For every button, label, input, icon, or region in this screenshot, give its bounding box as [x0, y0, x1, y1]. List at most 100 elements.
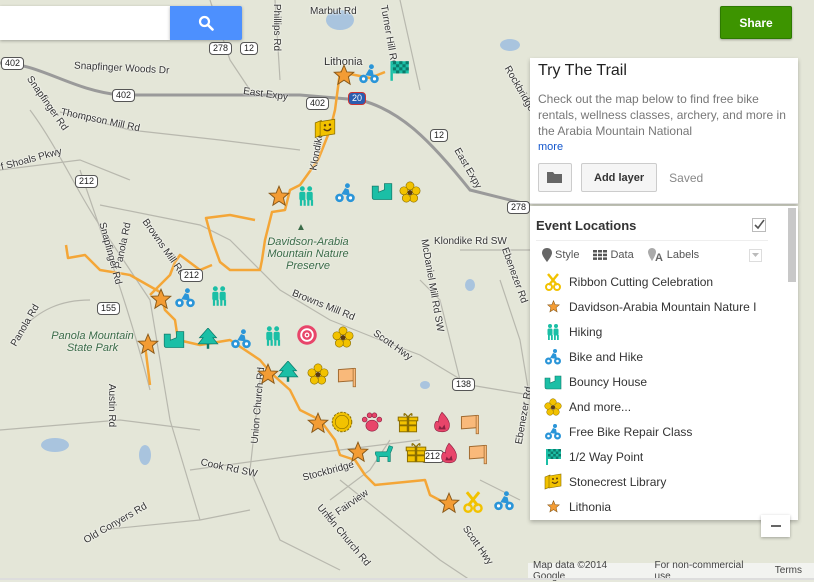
map-marker[interactable]: [332, 326, 354, 348]
add-layer-button[interactable]: Add layer: [581, 163, 658, 192]
map-marker[interactable]: [163, 328, 185, 350]
map-marker[interactable]: [277, 360, 299, 383]
share-button[interactable]: Share: [720, 6, 792, 39]
map-marker[interactable]: [174, 287, 196, 309]
map-marker[interactable]: [431, 411, 453, 433]
route-shield: 155: [97, 302, 121, 315]
layer-scrollbar[interactable]: [788, 208, 796, 282]
target-icon: [297, 325, 317, 345]
star-icon: [437, 491, 461, 514]
layer-list-item[interactable]: And more...: [530, 394, 798, 419]
map-marker[interactable]: [405, 441, 427, 463]
route-shield: 212: [180, 269, 204, 282]
hiking-icon: [299, 186, 314, 206]
layer-list-item[interactable]: Bike and Hike: [530, 344, 798, 369]
route-shield: 20: [348, 92, 367, 105]
list-item-icon: [544, 323, 562, 341]
paw-icon: [361, 412, 383, 432]
map-marker[interactable]: [493, 490, 515, 512]
map-marker[interactable]: [372, 442, 394, 464]
layer-list-item[interactable]: Ribbon Cutting Celebration: [530, 269, 798, 294]
zoom-out-button[interactable]: [761, 515, 790, 537]
star-icon: [546, 300, 560, 313]
bicycle-icon: [494, 491, 514, 511]
map-marker[interactable]: [331, 411, 353, 433]
map-marker[interactable]: [267, 184, 291, 207]
layer-list-item[interactable]: Hiking: [530, 319, 798, 344]
search-button[interactable]: [170, 6, 242, 40]
tree-icon: [277, 360, 299, 382]
map-marker[interactable]: [306, 411, 330, 434]
search-input[interactable]: [0, 6, 170, 40]
layer-list-item[interactable]: Davidson-Arabia Mountain Nature I: [530, 294, 798, 319]
style-button[interactable]: Style: [542, 248, 579, 262]
bicycle-icon: [545, 423, 561, 439]
data-button[interactable]: Data: [593, 249, 634, 261]
bicycle-icon: [175, 288, 195, 308]
map-marker[interactable]: [346, 440, 370, 463]
map-marker[interactable]: [334, 182, 356, 204]
flower-icon: [544, 397, 562, 416]
bicycle-icon: [335, 183, 355, 203]
map-marker[interactable]: [467, 443, 489, 465]
terms-link[interactable]: Terms: [775, 565, 802, 576]
map-marker[interactable]: [136, 332, 160, 355]
hiking-icon: [547, 323, 559, 340]
data-label: Data: [610, 249, 634, 261]
more-link[interactable]: more: [538, 141, 790, 153]
map-marker[interactable]: [296, 324, 318, 346]
route-shield: 212: [75, 175, 99, 188]
bouncy-house-icon: [163, 331, 185, 348]
map-marker[interactable]: [371, 180, 393, 202]
road-label: Phillips Rd: [271, 3, 283, 52]
labels-button[interactable]: A Labels: [647, 248, 699, 262]
map-marker[interactable]: [438, 442, 460, 464]
map-marker[interactable]: [459, 413, 481, 435]
route-shield: 12: [240, 42, 259, 55]
layer-options-dropdown[interactable]: [749, 248, 762, 262]
layer-list-item[interactable]: Free Bike Repair Class: [530, 419, 798, 444]
layer-list-item[interactable]: Stonecrest Library: [530, 469, 798, 494]
flower-icon: [399, 181, 421, 203]
map-marker[interactable]: [149, 287, 173, 310]
map-marker[interactable]: [307, 363, 329, 385]
map-marker[interactable]: [361, 411, 383, 433]
park-label-davidson: Davidson-Arabia Mountain Nature Preserve: [267, 236, 349, 272]
bicycle-icon: [231, 329, 251, 349]
layer-visibility-checkbox[interactable]: [752, 218, 766, 232]
map-marker[interactable]: [197, 327, 219, 350]
layer-list-item[interactable]: 1/2 Way Point: [530, 444, 798, 469]
hiking-icon: [212, 286, 227, 306]
map-marker[interactable]: [256, 362, 280, 385]
list-item-label: 1/2 Way Point: [569, 449, 644, 464]
map-marker[interactable]: [437, 491, 461, 514]
route-shield: 12: [430, 129, 449, 142]
folder-icon: [547, 172, 562, 183]
map-marker[interactable]: [462, 491, 484, 513]
map-marker[interactable]: [332, 63, 356, 86]
flag-icon: [460, 414, 479, 435]
map-marker[interactable]: [399, 181, 421, 203]
layer-list-item[interactable]: Bouncy House: [530, 369, 798, 394]
bicycle-icon: [545, 348, 561, 364]
map-marker[interactable]: [336, 366, 358, 388]
map-marker[interactable]: [208, 285, 230, 307]
open-folder-button[interactable]: [538, 163, 572, 192]
layer-list-item[interactable]: Lithonia: [530, 494, 798, 519]
style-pin-icon: [542, 248, 552, 262]
map-marker[interactable]: [388, 60, 410, 82]
map-marker[interactable]: [295, 185, 317, 207]
layer-title[interactable]: Event Locations: [536, 218, 752, 233]
map-marker[interactable]: [314, 118, 336, 140]
list-item-label: Ribbon Cutting Celebration: [569, 274, 714, 289]
map-marker[interactable]: [358, 63, 380, 85]
star-icon: [149, 287, 173, 310]
flag-icon: [468, 444, 487, 465]
map-title[interactable]: Try The Trail: [538, 58, 790, 86]
road-label: Marbut Rd: [310, 6, 357, 17]
star-icon: [136, 332, 160, 355]
map-marker[interactable]: [262, 325, 284, 347]
checkered-flag-icon: [390, 61, 409, 81]
map-marker[interactable]: [230, 328, 252, 350]
map-marker[interactable]: [397, 411, 419, 433]
